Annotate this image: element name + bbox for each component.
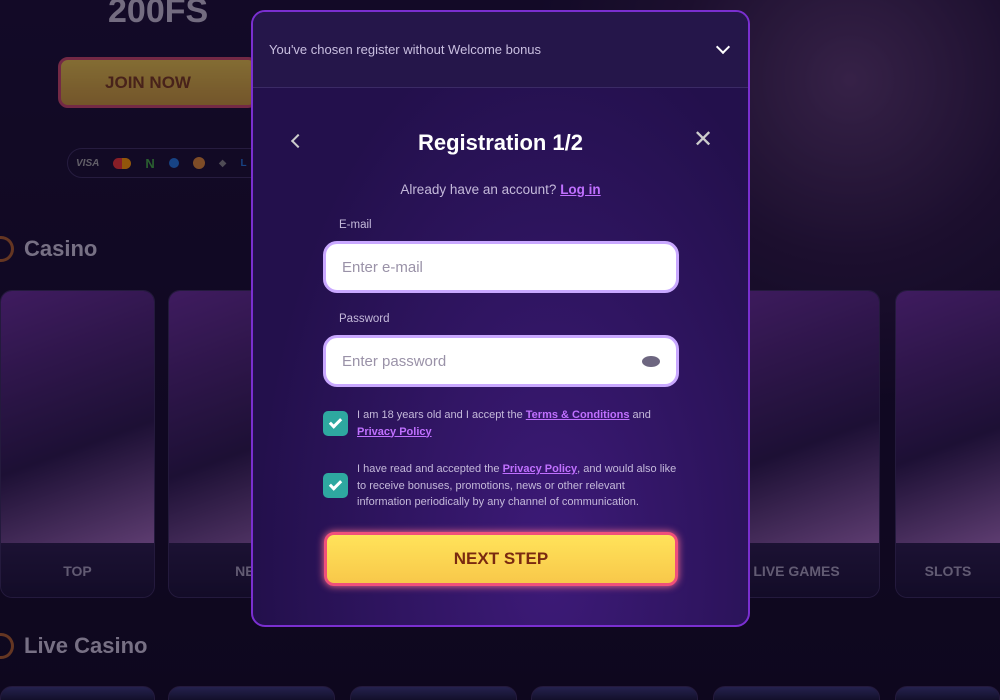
password-label: Password xyxy=(339,313,390,325)
login-link[interactable]: Log in xyxy=(560,182,601,197)
checkmark-icon xyxy=(328,477,343,491)
next-step-button[interactable]: NEXT STEP xyxy=(324,532,678,586)
modal-title: Registration 1/2 xyxy=(417,130,584,155)
registration-modal: You've chosen register without Welcome b… xyxy=(251,10,750,627)
email-input[interactable]: Enter e-mail xyxy=(323,241,679,293)
consent-text: I am 18 years old and I accept the xyxy=(357,409,526,421)
login-prompt: Already have an account? Log in xyxy=(253,182,748,197)
marketing-checkbox[interactable] xyxy=(323,473,348,498)
privacy-policy-link[interactable]: Privacy Policy xyxy=(503,463,578,475)
bonus-selector[interactable]: You've chosen register without Welcome b… xyxy=(253,12,748,88)
privacy-policy-link[interactable]: Privacy Policy xyxy=(357,426,432,438)
checkmark-icon xyxy=(328,415,343,429)
email-label: E-mail xyxy=(339,219,372,231)
consent-text: I have read and accepted the xyxy=(357,463,503,475)
marketing-consent-text: I have read and accepted the Privacy Pol… xyxy=(357,461,677,511)
bonus-banner-text: You've chosen register without Welcome b… xyxy=(269,42,542,57)
terms-link[interactable]: Terms & Conditions xyxy=(526,409,630,421)
login-prompt-text: Already have an account? xyxy=(400,182,557,197)
consent-text: and xyxy=(629,409,651,421)
email-placeholder: Enter e-mail xyxy=(342,258,423,276)
password-input[interactable]: Enter password xyxy=(323,335,679,387)
password-placeholder: Enter password xyxy=(342,352,447,370)
terms-checkbox[interactable] xyxy=(323,411,348,436)
eye-icon[interactable] xyxy=(642,355,660,367)
terms-consent-text: I am 18 years old and I accept the Terms… xyxy=(357,407,677,440)
chevron-down-icon[interactable] xyxy=(715,39,731,54)
